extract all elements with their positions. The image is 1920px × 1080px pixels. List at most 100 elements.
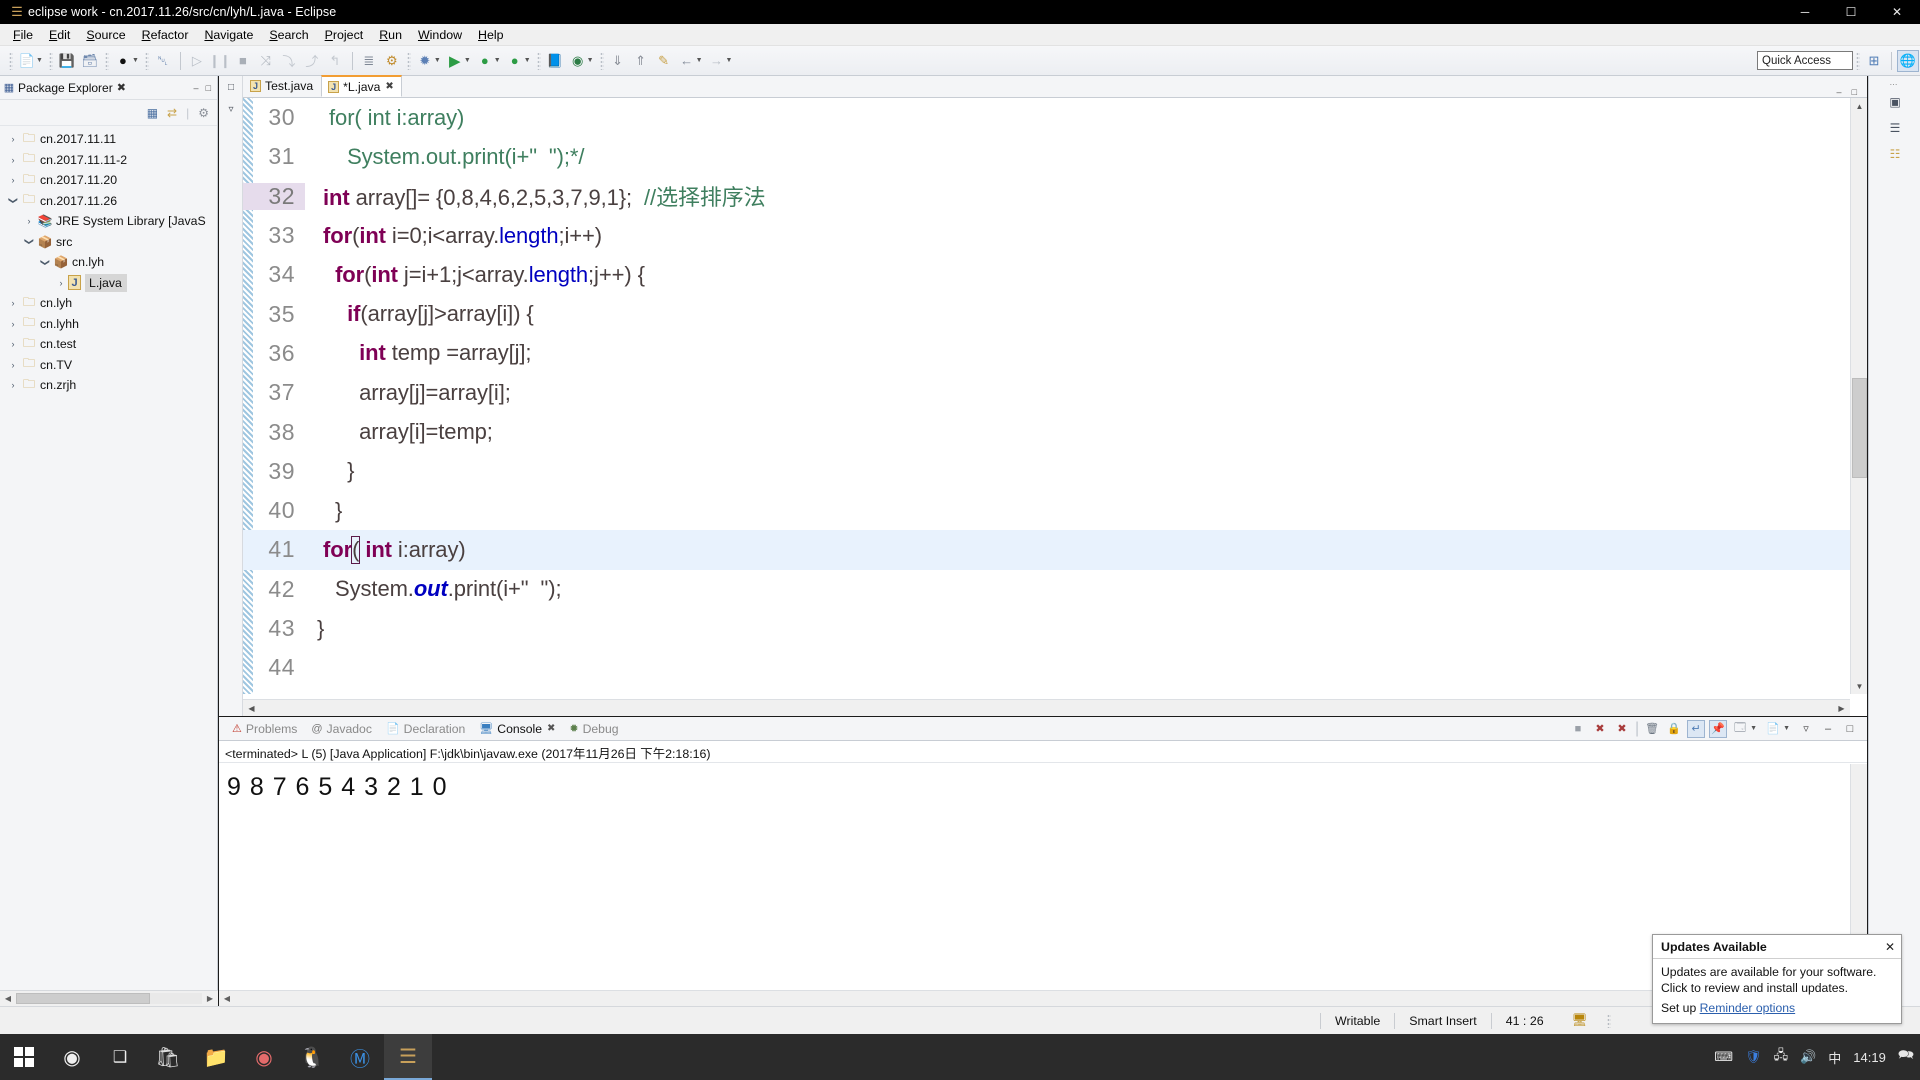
toolbar-grip[interactable] [48, 51, 53, 70]
outline-view-icon[interactable]: ☰ [1869, 115, 1920, 141]
reminder-options-link[interactable]: Reminder options [1700, 1001, 1796, 1015]
toolbar-grip[interactable] [144, 51, 149, 70]
file-explorer-icon[interactable]: 📁 [192, 1034, 240, 1080]
chevron-right-icon[interactable]: › [6, 360, 20, 370]
hscroll-track[interactable] [16, 993, 202, 1004]
display-selected-console-icon[interactable]: 🗔 [1731, 720, 1749, 738]
external-tools-dropdown-icon[interactable]: ▼ [494, 57, 501, 64]
code-line-text[interactable]: } [305, 458, 354, 484]
code-editor[interactable]: 30 for( int i:array) 31 System.out.print(… [243, 98, 1867, 694]
code-line[interactable]: 43 } [243, 609, 1867, 648]
console-tab-console[interactable]: 🖥 Console ✖ [472, 717, 562, 741]
code-line-text[interactable]: System.out.print(i+" ");*/ [305, 144, 584, 170]
run-history-dropdown-icon[interactable]: ▼ [464, 57, 471, 64]
cortana-icon[interactable]: ◉ [48, 1034, 96, 1080]
terminate-icon[interactable]: ■ [1569, 720, 1587, 738]
code-lines[interactable]: 30 for( int i:array) 31 System.out.print(… [243, 98, 1867, 694]
tree-item[interactable]: › 🗀 cn.zrjh [0, 375, 217, 396]
code-line[interactable]: 44 [243, 648, 1867, 687]
package-explorer-minimize-icon[interactable]: – [194, 83, 199, 93]
tree-item[interactable]: ❯ 🗀 cn.2017.11.26 [0, 191, 217, 212]
tree-item[interactable]: › 🗀 cn.lyhh [0, 314, 217, 335]
console-tab-debug[interactable]: ✹ Debug [562, 717, 625, 741]
eclipse-taskbar-icon[interactable]: ☰ [384, 1034, 432, 1080]
menu-run[interactable]: Run [371, 26, 410, 44]
pin-console-icon[interactable]: 📌 [1709, 719, 1728, 738]
chevron-right-icon[interactable]: › [6, 380, 20, 390]
usb-device-icon[interactable]: ⌨ [1714, 1049, 1733, 1065]
package-explorer-hscrollbar[interactable]: ◀ ▶ [0, 990, 218, 1006]
scroll-up-icon[interactable]: ▲ [1851, 98, 1868, 114]
editor-vscrollbar[interactable]: ▲ ▼ [1850, 98, 1867, 694]
open-perspective-icon[interactable]: ⊞ [1863, 50, 1885, 72]
editor-hscrollbar[interactable]: ◀ ▶ [243, 699, 1850, 716]
chevron-down-icon[interactable]: ❯ [8, 194, 19, 208]
code-line[interactable]: 32 int array[]= {0,8,4,6,2,5,3,7,9,1}; /… [243, 177, 1867, 216]
code-line[interactable]: 40 } [243, 491, 1867, 530]
console-maximize-icon[interactable]: □ [1841, 720, 1859, 738]
code-line[interactable]: 38 array[i]=temp; [243, 412, 1867, 451]
debug-bug-icon[interactable]: ✹ [414, 50, 436, 72]
chevron-right-icon[interactable]: › [6, 298, 20, 308]
forward-icon[interactable]: → [706, 50, 728, 72]
code-line-text[interactable]: for( int i:array) [305, 105, 464, 131]
code-line-text[interactable]: int array[]= {0,8,4,6,2,5,3,7,9,1}; //选择… [305, 180, 766, 212]
previous-annotation-icon[interactable]: ⇑ [630, 50, 652, 72]
editor-tab-close-icon[interactable]: ✖ [385, 81, 393, 92]
tree-item[interactable]: › 🗀 cn.2017.11.20 [0, 170, 217, 191]
code-line-text[interactable]: System.out.print(i+" "); [305, 576, 562, 602]
chevron-down-icon[interactable]: ❯ [24, 235, 35, 249]
editor-tab-testjava[interactable]: J Test.java [243, 75, 321, 97]
editor-maximize-icon[interactable]: □ [1852, 87, 1857, 97]
open-console-icon[interactable]: 📄 [1764, 720, 1782, 738]
menu-search[interactable]: Search [261, 26, 316, 44]
code-line[interactable]: 36 int temp =array[j]; [243, 334, 1867, 373]
editor-minimize-icon[interactable]: – [1837, 87, 1842, 97]
save-all-icon[interactable]: 🗃 [79, 50, 101, 72]
save-icon[interactable]: 💾 [56, 50, 78, 72]
debug-dropdown-icon[interactable]: ▼ [132, 57, 139, 64]
word-wrap-icon[interactable]: ↵ [1687, 719, 1706, 738]
code-line-text[interactable]: } [305, 616, 324, 642]
menu-window[interactable]: Window [410, 26, 470, 44]
console-minimize-icon[interactable]: – [1819, 720, 1837, 738]
start-button-icon[interactable] [0, 1034, 48, 1080]
ime-icon[interactable]: 中 [1828, 1048, 1841, 1067]
code-line[interactable]: 31 System.out.print(i+" ");*/ [243, 137, 1867, 176]
new-wizard-icon[interactable]: 📄 [16, 50, 38, 72]
updates-available-notification[interactable]: Updates Available ✕ Updates are availabl… [1652, 934, 1902, 1024]
external-tools-icon[interactable]: ● [474, 50, 496, 72]
code-line[interactable]: 33 for(int i=0;i<array.length;i++) [243, 216, 1867, 255]
code-line-text[interactable]: array[j]=array[i]; [305, 380, 511, 406]
security-shield-icon[interactable]: 🛡 [1745, 1049, 1762, 1065]
tree-item[interactable]: › J L.java [0, 273, 217, 294]
next-annotation-icon[interactable]: ⇓ [607, 50, 629, 72]
notification-icon[interactable]: 🗪 [1898, 1046, 1914, 1068]
code-line[interactable]: 35 if(array[j]>array[i]) { [243, 294, 1867, 333]
tree-item[interactable]: › 🗀 cn.2017.11.11 [0, 129, 217, 150]
code-line[interactable]: 39 } [243, 452, 1867, 491]
tree-item[interactable]: › 🗀 cn.TV [0, 355, 217, 376]
display-console-dropdown-icon[interactable]: ▼ [1750, 725, 1757, 732]
chrome-icon[interactable]: ◉ [240, 1034, 288, 1080]
notification-close-icon[interactable]: ✕ [1885, 940, 1895, 954]
restore-icon[interactable]: ▣ [1869, 89, 1920, 115]
open-console-dropdown-icon[interactable]: ▼ [1783, 725, 1790, 732]
editor-restore-icon[interactable]: □ [219, 76, 243, 98]
code-line[interactable]: 30 for( int i:array) [243, 98, 1867, 137]
forward-dropdown-icon[interactable]: ▼ [726, 57, 733, 64]
penguin-app-icon[interactable]: 🐧 [288, 1034, 336, 1080]
run-icon[interactable]: ▶ [444, 50, 466, 72]
chevron-right-icon[interactable]: › [6, 319, 20, 329]
code-line[interactable]: 41 for( int i:array) [243, 530, 1867, 570]
chevron-right-icon[interactable]: › [6, 175, 20, 185]
code-line[interactable]: 42 System.out.print(i+" "); [243, 570, 1867, 609]
chevron-right-icon[interactable]: › [22, 216, 36, 226]
chevron-right-icon[interactable]: › [54, 278, 68, 288]
console-tab-problems[interactable]: ⚠ Problems [225, 717, 304, 741]
code-line-text[interactable]: for(int j=i+1;j<array.length;j++) { [305, 262, 645, 288]
microsoft-store-icon[interactable]: 🛍 [144, 1034, 192, 1080]
smart-insert-icon[interactable]: 🖥 [1558, 1012, 1602, 1030]
tree-item[interactable]: › 🗀 cn.2017.11.11-2 [0, 150, 217, 171]
package-explorer-close-icon[interactable]: ✖ [117, 81, 126, 94]
